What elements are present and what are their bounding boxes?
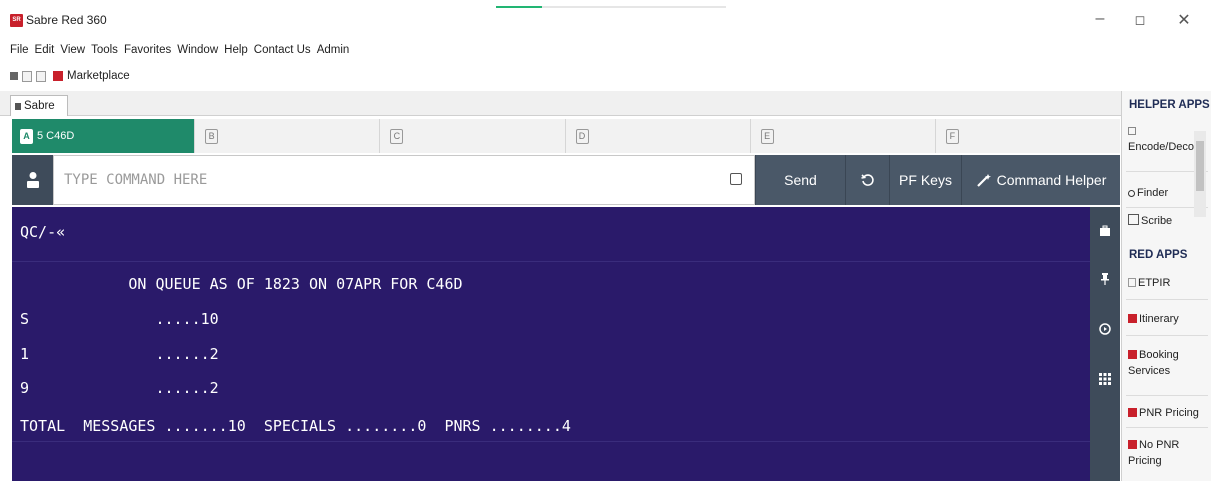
panel-divider — [1126, 427, 1208, 428]
menu-file[interactable]: File — [10, 44, 29, 60]
session-label: 5 C46D — [37, 130, 75, 142]
helper-app-finder[interactable]: Finder — [1128, 185, 1204, 201]
session-tab-d[interactable]: D — [566, 119, 751, 153]
new-page-icon[interactable] — [22, 70, 32, 82]
sabre-tab-icon — [15, 102, 21, 110]
no-pnr-pricing-icon — [1128, 440, 1137, 449]
command-helper-label: Command Helper — [996, 172, 1107, 188]
workspace-tab-label: Sabre — [24, 100, 55, 112]
restore-button[interactable]: ◻ — [1128, 12, 1152, 28]
terminal-command-line: QC/-« — [20, 223, 66, 241]
terminal-screen[interactable]: QC/-« ON QUEUE AS OF 1823 ON 07APR FOR C… — [12, 207, 1090, 481]
magnifier-icon — [1128, 190, 1135, 197]
session-tab-a[interactable]: A 5 C46D — [12, 119, 196, 153]
scribe-icon — [1128, 214, 1139, 225]
encode-icon — [1128, 127, 1136, 135]
home-icon[interactable] — [10, 72, 18, 80]
session-letter: A — [20, 128, 33, 144]
workspace-tab-sabre[interactable]: Sabre — [10, 95, 68, 116]
menu-admin[interactable]: Admin — [317, 44, 350, 60]
red-app-label: PNR Pricing — [1139, 407, 1199, 419]
panel-divider — [1126, 335, 1208, 336]
session-tabs: A 5 C46D B C D E F — [12, 119, 1120, 153]
play-circle-icon[interactable] — [1098, 323, 1112, 337]
menu-favorites[interactable]: Favorites — [124, 44, 171, 60]
workspace-tab-bar — [0, 91, 1121, 116]
menu-tools[interactable]: Tools — [91, 44, 118, 60]
magic-wand-icon — [976, 174, 991, 187]
history-icon — [860, 174, 874, 186]
user-profile-button[interactable] — [12, 155, 53, 205]
session-letter: D — [575, 128, 589, 144]
loading-progress-bar — [496, 6, 726, 8]
helper-apps-scrollbar[interactable] — [1194, 131, 1206, 217]
toolbar: Marketplace — [10, 68, 130, 84]
loading-progress-fill — [496, 6, 542, 8]
session-letter: F — [945, 128, 959, 144]
red-app-etpir[interactable]: ETPIR — [1128, 275, 1204, 291]
user-icon — [26, 172, 39, 188]
red-app-itinerary[interactable]: Itinerary — [1128, 311, 1204, 327]
helper-app-label: Scribe — [1141, 215, 1173, 227]
pin-icon[interactable] — [1098, 273, 1112, 287]
command-input-wrapper — [53, 155, 755, 205]
pf-keys-button[interactable]: PF Keys — [889, 155, 961, 205]
menu-contact-us[interactable]: Contact Us — [254, 44, 311, 60]
terminal-line: 9 ......2 — [20, 379, 219, 397]
menu-help[interactable]: Help — [224, 44, 248, 60]
red-apps-header: RED APPS — [1129, 249, 1188, 261]
send-button[interactable]: Send — [755, 155, 845, 205]
terminal-line: 1 ......2 — [20, 345, 219, 363]
command-helper-button[interactable]: Command Helper — [961, 155, 1120, 205]
command-bar: Send PF Keys Command Helper — [12, 155, 1120, 205]
window-title: Sabre Red 360 — [26, 13, 107, 27]
helper-app-label: Finder — [1137, 187, 1169, 199]
sabre-logo-icon: SR — [10, 14, 23, 27]
panel-divider — [1126, 395, 1208, 396]
menu-edit[interactable]: Edit — [35, 44, 55, 60]
session-tab-f[interactable]: F — [936, 119, 1120, 153]
close-button[interactable]: ✕ — [1172, 10, 1196, 30]
helper-apps-header: HELPER APPS — [1129, 99, 1210, 111]
pnr-pricing-icon — [1128, 408, 1137, 417]
history-button[interactable] — [845, 155, 889, 205]
session-letter: C — [390, 128, 404, 144]
terminal-line: ON QUEUE AS OF 1823 ON 07APR FOR C46D — [20, 275, 463, 293]
terminal-divider — [12, 261, 1090, 262]
red-app-label: ETPIR — [1138, 277, 1171, 289]
red-app-label: Itinerary — [1139, 313, 1179, 325]
terminal-divider — [12, 441, 1090, 442]
briefcase-icon[interactable] — [1098, 225, 1112, 239]
session-tab-e[interactable]: E — [751, 119, 936, 153]
terminal-line: TOTAL MESSAGES .......10 SPECIALS ......… — [20, 417, 571, 435]
scrollbar-thumb[interactable] — [1196, 141, 1204, 191]
terminal-side-rail — [1090, 207, 1120, 481]
popout-icon[interactable] — [730, 173, 742, 185]
menu-bar: File Edit View Tools Favorites Window He… — [10, 44, 349, 60]
red-app-pnr-pricing[interactable]: PNR Pricing — [1128, 405, 1204, 421]
session-letter: B — [205, 128, 219, 144]
session-tab-b[interactable]: B — [195, 119, 381, 153]
panel-divider — [1126, 299, 1208, 300]
grid-icon[interactable] — [1098, 373, 1112, 387]
red-app-no-pnr-pricing[interactable]: No PNR Pricing — [1128, 437, 1184, 469]
etpir-icon — [1128, 278, 1136, 287]
copy-page-icon[interactable] — [36, 70, 46, 82]
helper-app-scribe[interactable]: Scribe — [1128, 213, 1204, 227]
marketplace-link[interactable]: Marketplace — [67, 70, 130, 82]
session-tab-c[interactable]: C — [380, 119, 566, 153]
menu-view[interactable]: View — [60, 44, 85, 60]
terminal-line: S .....10 — [20, 310, 219, 328]
session-letter: E — [760, 128, 774, 144]
itinerary-icon — [1128, 314, 1137, 323]
command-input[interactable] — [62, 164, 706, 196]
apps-panel: HELPER APPS Encode/Decode Finder Scribe … — [1121, 91, 1211, 481]
helper-app-encode-decode[interactable]: Encode/Decode — [1128, 123, 1206, 155]
menu-window[interactable]: Window — [177, 44, 218, 60]
minimize-button[interactable]: – — [1088, 10, 1112, 28]
booking-services-icon — [1128, 350, 1137, 359]
red-app-booking-services[interactable]: Booking Services — [1128, 347, 1190, 379]
marketplace-icon — [53, 71, 63, 81]
